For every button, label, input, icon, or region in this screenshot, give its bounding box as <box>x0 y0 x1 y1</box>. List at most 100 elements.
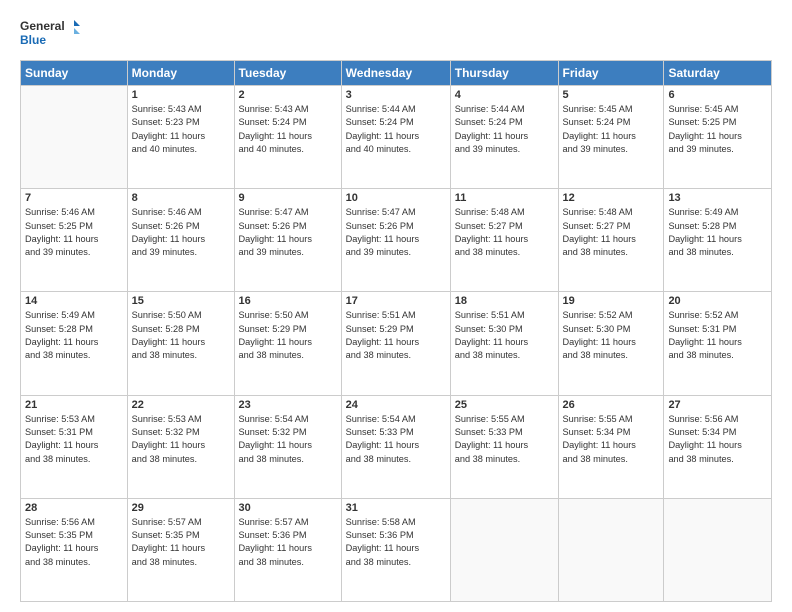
weekday-header-sunday: Sunday <box>21 61 128 86</box>
day-cell: 29 Sunrise: 5:57 AMSunset: 5:35 PMDayligh… <box>127 498 234 601</box>
cell-info: Sunrise: 5:48 AMSunset: 5:27 PMDaylight:… <box>563 206 660 259</box>
calendar-table: SundayMondayTuesdayWednesdayThursdayFrid… <box>20 60 772 602</box>
cell-info: Sunrise: 5:58 AMSunset: 5:36 PMDaylight:… <box>346 516 446 569</box>
page: General Blue SundayMondayTuesdayWednesda… <box>0 0 792 612</box>
day-cell: 24 Sunrise: 5:54 AMSunset: 5:33 PMDayligh… <box>341 395 450 498</box>
day-number: 28 <box>25 502 123 514</box>
day-number: 4 <box>455 89 554 101</box>
header: General Blue <box>20 16 772 52</box>
day-cell: 23 Sunrise: 5:54 AMSunset: 5:32 PMDayligh… <box>234 395 341 498</box>
day-cell: 19 Sunrise: 5:52 AMSunset: 5:30 PMDayligh… <box>558 292 664 395</box>
day-number: 23 <box>239 399 337 411</box>
day-number: 19 <box>563 295 660 307</box>
day-number: 3 <box>346 89 446 101</box>
cell-info: Sunrise: 5:53 AMSunset: 5:32 PMDaylight:… <box>132 413 230 466</box>
week-row-4: 21 Sunrise: 5:53 AMSunset: 5:31 PMDayligh… <box>21 395 772 498</box>
week-row-1: 1Sunrise: 5:43 AMSunset: 5:23 PMDaylight… <box>21 86 772 189</box>
cell-info: Sunrise: 5:52 AMSunset: 5:30 PMDaylight:… <box>563 309 660 362</box>
day-cell: 25 Sunrise: 5:55 AMSunset: 5:33 PMDayligh… <box>450 395 558 498</box>
weekday-header-monday: Monday <box>127 61 234 86</box>
day-cell: 21 Sunrise: 5:53 AMSunset: 5:31 PMDayligh… <box>21 395 128 498</box>
day-cell <box>21 86 128 189</box>
day-number: 20 <box>668 295 767 307</box>
cell-info: Sunrise: 5:50 AMSunset: 5:29 PMDaylight:… <box>239 309 337 362</box>
day-cell: 17 Sunrise: 5:51 AMSunset: 5:29 PMDayligh… <box>341 292 450 395</box>
day-cell: 6Sunrise: 5:45 AMSunset: 5:25 PMDaylight… <box>664 86 772 189</box>
cell-info: Sunrise: 5:57 AMSunset: 5:35 PMDaylight:… <box>132 516 230 569</box>
day-cell: 18Sunrise: 5:51 AMSunset: 5:30 PMDayligh… <box>450 292 558 395</box>
cell-info: Sunrise: 5:48 AMSunset: 5:27 PMDaylight:… <box>455 206 554 259</box>
day-number: 27 <box>668 399 767 411</box>
day-cell: 27 Sunrise: 5:56 AMSunset: 5:34 PMDayligh… <box>664 395 772 498</box>
cell-info: Sunrise: 5:46 AMSunset: 5:26 PMDaylight:… <box>132 206 230 259</box>
svg-text:Blue: Blue <box>20 33 46 47</box>
cell-info: Sunrise: 5:50 AMSunset: 5:28 PMDaylight:… <box>132 309 230 362</box>
day-number: 16 <box>239 295 337 307</box>
day-number: 30 <box>239 502 337 514</box>
cell-info: Sunrise: 5:44 AMSunset: 5:24 PMDaylight:… <box>346 103 446 156</box>
day-number: 8 <box>132 192 230 204</box>
cell-info: Sunrise: 5:53 AMSunset: 5:31 PMDaylight:… <box>25 413 123 466</box>
cell-info: Sunrise: 5:47 AMSunset: 5:26 PMDaylight:… <box>346 206 446 259</box>
day-cell: 15 Sunrise: 5:50 AMSunset: 5:28 PMDayligh… <box>127 292 234 395</box>
day-number: 7 <box>25 192 123 204</box>
cell-info: Sunrise: 5:49 AMSunset: 5:28 PMDaylight:… <box>25 309 123 362</box>
day-number: 11 <box>455 192 554 204</box>
cell-info: Sunrise: 5:54 AMSunset: 5:33 PMDaylight:… <box>346 413 446 466</box>
weekday-header-tuesday: Tuesday <box>234 61 341 86</box>
day-number: 17 <box>346 295 446 307</box>
day-cell: 9Sunrise: 5:47 AMSunset: 5:26 PMDaylight… <box>234 189 341 292</box>
cell-info: Sunrise: 5:51 AMSunset: 5:30 PMDaylight:… <box>455 309 554 362</box>
day-number: 21 <box>25 399 123 411</box>
cell-info: Sunrise: 5:56 AMSunset: 5:35 PMDaylight:… <box>25 516 123 569</box>
logo-svg: General Blue <box>20 16 80 52</box>
day-cell: 5 Sunrise: 5:45 AMSunset: 5:24 PMDaylight… <box>558 86 664 189</box>
day-cell: 2Sunrise: 5:43 AMSunset: 5:24 PMDaylight… <box>234 86 341 189</box>
day-number: 12 <box>563 192 660 204</box>
weekday-header-wednesday: Wednesday <box>341 61 450 86</box>
cell-info: Sunrise: 5:56 AMSunset: 5:34 PMDaylight:… <box>668 413 767 466</box>
day-number: 31 <box>346 502 446 514</box>
day-cell: 22 Sunrise: 5:53 AMSunset: 5:32 PMDayligh… <box>127 395 234 498</box>
day-cell <box>450 498 558 601</box>
day-cell: 28 Sunrise: 5:56 AMSunset: 5:35 PMDayligh… <box>21 498 128 601</box>
day-cell: 13Sunrise: 5:49 AMSunset: 5:28 PMDayligh… <box>664 189 772 292</box>
day-number: 14 <box>25 295 123 307</box>
day-cell <box>664 498 772 601</box>
day-number: 15 <box>132 295 230 307</box>
day-number: 26 <box>563 399 660 411</box>
cell-info: Sunrise: 5:43 AMSunset: 5:24 PMDaylight:… <box>239 103 337 156</box>
cell-info: Sunrise: 5:44 AMSunset: 5:24 PMDaylight:… <box>455 103 554 156</box>
week-row-3: 14 Sunrise: 5:49 AMSunset: 5:28 PMDayligh… <box>21 292 772 395</box>
day-cell: 4 Sunrise: 5:44 AMSunset: 5:24 PMDaylight… <box>450 86 558 189</box>
day-number: 5 <box>563 89 660 101</box>
cell-info: Sunrise: 5:54 AMSunset: 5:32 PMDaylight:… <box>239 413 337 466</box>
day-number: 24 <box>346 399 446 411</box>
day-number: 22 <box>132 399 230 411</box>
day-cell: 14 Sunrise: 5:49 AMSunset: 5:28 PMDayligh… <box>21 292 128 395</box>
day-cell: 16 Sunrise: 5:50 AMSunset: 5:29 PMDayligh… <box>234 292 341 395</box>
day-number: 29 <box>132 502 230 514</box>
cell-info: Sunrise: 5:45 AMSunset: 5:24 PMDaylight:… <box>563 103 660 156</box>
day-number: 10 <box>346 192 446 204</box>
weekday-header-saturday: Saturday <box>664 61 772 86</box>
day-cell: 1Sunrise: 5:43 AMSunset: 5:23 PMDaylight… <box>127 86 234 189</box>
svg-text:General: General <box>20 19 65 33</box>
day-cell: 31 Sunrise: 5:58 AMSunset: 5:36 PMDayligh… <box>341 498 450 601</box>
cell-info: Sunrise: 5:49 AMSunset: 5:28 PMDaylight:… <box>668 206 767 259</box>
weekday-header-thursday: Thursday <box>450 61 558 86</box>
week-row-5: 28 Sunrise: 5:56 AMSunset: 5:35 PMDayligh… <box>21 498 772 601</box>
day-cell: 26 Sunrise: 5:55 AMSunset: 5:34 PMDayligh… <box>558 395 664 498</box>
day-cell: 30Sunrise: 5:57 AMSunset: 5:36 PMDayligh… <box>234 498 341 601</box>
logo: General Blue <box>20 16 80 52</box>
cell-info: Sunrise: 5:55 AMSunset: 5:33 PMDaylight:… <box>455 413 554 466</box>
cell-info: Sunrise: 5:46 AMSunset: 5:25 PMDaylight:… <box>25 206 123 259</box>
day-cell: 12 Sunrise: 5:48 AMSunset: 5:27 PMDayligh… <box>558 189 664 292</box>
cell-info: Sunrise: 5:55 AMSunset: 5:34 PMDaylight:… <box>563 413 660 466</box>
cell-info: Sunrise: 5:45 AMSunset: 5:25 PMDaylight:… <box>668 103 767 156</box>
day-number: 1 <box>132 89 230 101</box>
cell-info: Sunrise: 5:51 AMSunset: 5:29 PMDaylight:… <box>346 309 446 362</box>
day-number: 9 <box>239 192 337 204</box>
day-cell: 10 Sunrise: 5:47 AMSunset: 5:26 PMDayligh… <box>341 189 450 292</box>
day-number: 25 <box>455 399 554 411</box>
